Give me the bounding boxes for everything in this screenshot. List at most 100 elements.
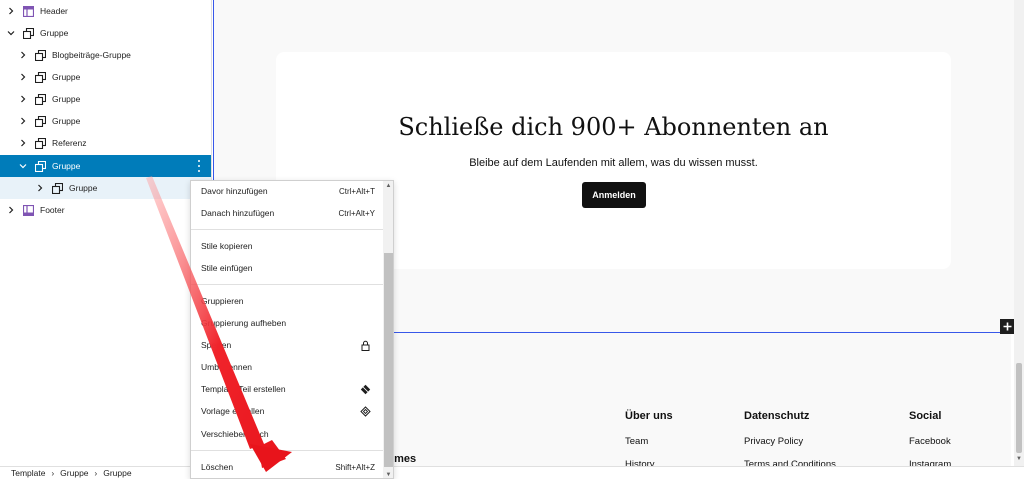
menu-item-label: Stile einfügen	[201, 263, 253, 273]
group-icon	[34, 71, 46, 83]
list-item-label: Header	[40, 6, 68, 16]
block-options-menu: Davor hinzufügen Ctrl+Alt+T Danach hinzu…	[190, 180, 394, 479]
chevron-right-icon[interactable]	[6, 205, 16, 215]
group-icon	[34, 115, 46, 127]
options-kebab-icon[interactable]	[197, 160, 201, 172]
block-breadcrumb: Template › Gruppe › Gruppe	[0, 466, 1024, 479]
menu-divider	[191, 450, 383, 451]
menu-item-label: Umbenennen	[201, 362, 253, 372]
menu-item-shortcut: Ctrl+Alt+T	[338, 186, 375, 196]
subscribe-button[interactable]: Anmelden	[582, 182, 646, 208]
footer-column-title: Über uns	[625, 410, 673, 422]
menu-scrollbar[interactable]: ▲ ▼	[383, 181, 393, 478]
chevron-right-icon: ›	[51, 468, 55, 478]
menu-item-lock[interactable]: Sperren	[191, 335, 383, 355]
chevron-right-icon[interactable]	[18, 94, 28, 104]
group-icon	[34, 137, 46, 149]
list-item-label: Referenz	[52, 138, 87, 148]
scroll-down-icon[interactable]: ▼	[384, 471, 393, 478]
list-item-footer[interactable]: Footer	[0, 199, 211, 221]
list-item-label: Gruppe	[52, 72, 81, 82]
chevron-right-icon[interactable]	[18, 50, 28, 60]
footer-link[interactable]: Facebook	[909, 436, 951, 447]
group-icon	[51, 182, 63, 194]
menu-item-shortcut: Shift+Alt+Z	[335, 462, 375, 472]
list-item-blog-group[interactable]: Blogbeiträge-Gruppe	[0, 44, 211, 66]
newsletter-text[interactable]: Bleibe auf dem Laufenden mit allem, was …	[276, 157, 951, 169]
chevron-right-icon[interactable]	[6, 6, 16, 16]
group-icon	[22, 27, 34, 39]
menu-item-label: Sperren	[201, 340, 232, 350]
menu-divider	[191, 229, 383, 230]
menu-item-create-pattern[interactable]: Vorlage erstellen	[191, 401, 383, 421]
chevron-right-icon[interactable]	[18, 116, 28, 126]
menu-item-shortcut: Ctrl+Alt+Y	[338, 208, 375, 218]
add-block-button[interactable]	[1000, 319, 1015, 334]
chevron-right-icon: ›	[94, 468, 98, 478]
group-icon	[34, 93, 46, 105]
newsletter-heading[interactable]: Schließe dich 900+ Abonnenten an	[276, 113, 951, 141]
list-item-label: Blogbeiträge-Gruppe	[52, 50, 131, 60]
list-item-label: Gruppe	[69, 183, 98, 193]
menu-divider	[191, 284, 383, 285]
chevron-down-icon[interactable]	[6, 28, 16, 38]
menu-item-label: Stile kopieren	[201, 241, 253, 251]
breadcrumb-item[interactable]: Gruppe	[103, 468, 131, 478]
menu-item-label: Danach hinzufügen	[201, 208, 275, 218]
menu-item-move-to[interactable]: Verschieben nach	[191, 424, 383, 444]
breadcrumb-item[interactable]: Gruppe	[60, 468, 88, 478]
list-view-panel: Header Gruppe Blogbeiträge-Gruppe Gruppe…	[0, 0, 212, 466]
template-part-icon	[22, 204, 34, 216]
canvas-scrollbar[interactable]: ▼	[1014, 0, 1024, 466]
list-item-label: Gruppe	[52, 161, 81, 171]
scrollbar-thumb[interactable]	[1016, 363, 1022, 453]
scrollbar-thumb[interactable]	[384, 253, 393, 467]
menu-item-label: Davor hinzufügen	[201, 186, 268, 196]
menu-item-rename[interactable]: Umbenennen	[191, 357, 383, 377]
menu-item-paste-styles[interactable]: Stile einfügen	[191, 258, 383, 278]
group-icon	[34, 160, 46, 172]
list-item-group-child[interactable]: Gruppe	[0, 177, 211, 199]
menu-item-delete[interactable]: Löschen Shift+Alt+Z	[191, 457, 383, 477]
list-item-label: Gruppe	[52, 94, 81, 104]
list-item-group[interactable]: Gruppe	[0, 110, 211, 132]
menu-item-label: Gruppieren	[201, 296, 244, 306]
list-item-group-selected[interactable]: Gruppe	[0, 155, 211, 177]
menu-item-group[interactable]: Gruppieren	[191, 291, 383, 311]
list-item-label: Gruppe	[40, 28, 69, 38]
list-item-label: Gruppe	[52, 116, 81, 126]
footer-column-title: Social	[909, 410, 942, 422]
footer-link[interactable]: Team	[625, 436, 648, 447]
list-item-group[interactable]: Gruppe	[0, 66, 211, 88]
breadcrumb-item[interactable]: Template	[11, 468, 46, 478]
menu-item-create-template-part[interactable]: Template-Teil erstellen	[191, 379, 383, 399]
list-item-group[interactable]: Gruppe	[0, 22, 211, 44]
menu-item-ungroup[interactable]: Gruppierung aufheben	[191, 313, 383, 333]
list-item-reference[interactable]: Referenz	[0, 132, 211, 154]
footer-column-title: Datenschutz	[744, 410, 810, 422]
scroll-up-icon[interactable]: ▲	[384, 182, 393, 190]
plus-icon	[1003, 322, 1012, 331]
menu-item-label: Gruppierung aufheben	[201, 318, 287, 328]
chevron-right-icon[interactable]	[18, 138, 28, 148]
menu-item-label: Template-Teil erstellen	[201, 384, 286, 394]
scroll-down-icon[interactable]: ▼	[1015, 455, 1023, 463]
lock-icon	[360, 340, 371, 351]
pattern-icon	[360, 406, 371, 417]
list-item-header[interactable]: Header	[0, 0, 211, 22]
chevron-right-icon[interactable]	[18, 72, 28, 82]
footer-link[interactable]: Privacy Policy	[744, 436, 803, 447]
chevron-down-icon[interactable]	[18, 161, 28, 171]
group-icon	[34, 49, 46, 61]
menu-item-label: Löschen	[201, 462, 234, 472]
chevron-right-icon[interactable]	[35, 183, 45, 193]
menu-item-insert-after[interactable]: Danach hinzufügen Ctrl+Alt+Y	[191, 203, 383, 223]
list-item-group[interactable]: Gruppe	[0, 88, 211, 110]
menu-item-copy-styles[interactable]: Stile kopieren	[191, 236, 383, 256]
menu-item-label: Vorlage erstellen	[201, 406, 265, 416]
menu-item-label: Verschieben nach	[201, 429, 269, 439]
template-part-icon	[360, 384, 371, 395]
template-part-icon	[22, 5, 34, 17]
list-item-label: Footer	[40, 205, 65, 215]
menu-item-insert-before[interactable]: Davor hinzufügen Ctrl+Alt+T	[191, 181, 383, 201]
